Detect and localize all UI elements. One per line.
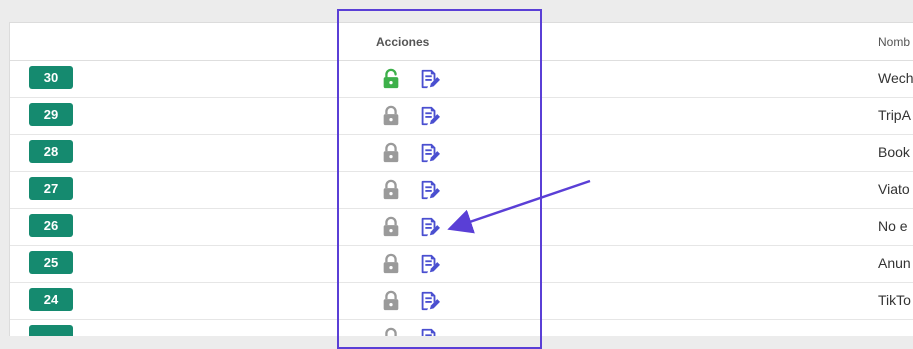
- table-row: [10, 319, 913, 336]
- lock-icon[interactable]: [380, 179, 402, 201]
- lock-icon[interactable]: [380, 142, 402, 164]
- row-name: Viato: [878, 181, 910, 197]
- data-table: Acciones Nomb 30 Wech 29 TripA 28 Book 27 Viato…: [9, 22, 913, 336]
- column-header-acciones[interactable]: Acciones: [376, 35, 429, 49]
- edit-document-icon[interactable]: [418, 179, 440, 201]
- title-fragment-area: [0, 0, 913, 22]
- row-id-badge[interactable]: 27: [29, 177, 73, 200]
- table-row: 24 TikTo: [10, 282, 913, 320]
- row-name: Anun: [878, 255, 911, 271]
- row-id-badge[interactable]: 28: [29, 140, 73, 163]
- row-id-badge[interactable]: [29, 325, 73, 336]
- lock-icon[interactable]: [380, 253, 402, 275]
- edit-document-icon[interactable]: [418, 253, 440, 275]
- table-row: 28 Book: [10, 134, 913, 172]
- lock-icon[interactable]: [380, 216, 402, 238]
- table-row: 30 Wech: [10, 60, 913, 98]
- row-name: Wech: [878, 70, 913, 86]
- row-id-badge[interactable]: 26: [29, 214, 73, 237]
- edit-document-icon[interactable]: [418, 142, 440, 164]
- table-row: 26 No e: [10, 208, 913, 246]
- row-id-badge[interactable]: 25: [29, 251, 73, 274]
- lock-icon[interactable]: [380, 290, 402, 312]
- edit-document-icon[interactable]: [418, 105, 440, 127]
- row-id-badge[interactable]: 29: [29, 103, 73, 126]
- table-row: 27 Viato: [10, 171, 913, 209]
- edit-document-icon[interactable]: [418, 290, 440, 312]
- unlock-icon[interactable]: [380, 68, 402, 90]
- table-row: 25 Anun: [10, 245, 913, 283]
- row-id-badge[interactable]: 30: [29, 66, 73, 89]
- table-row: 29 TripA: [10, 97, 913, 135]
- row-name: Book: [878, 144, 910, 160]
- table-header: Acciones Nomb: [10, 23, 913, 61]
- row-name: No e: [878, 218, 908, 234]
- column-header-nombre[interactable]: Nomb: [878, 35, 910, 49]
- row-name: TripA: [878, 107, 911, 123]
- edit-document-icon[interactable]: [418, 216, 440, 238]
- row-id-badge[interactable]: 24: [29, 288, 73, 311]
- row-name: TikTo: [878, 292, 911, 308]
- lock-icon[interactable]: [380, 105, 402, 127]
- edit-document-icon[interactable]: [418, 68, 440, 90]
